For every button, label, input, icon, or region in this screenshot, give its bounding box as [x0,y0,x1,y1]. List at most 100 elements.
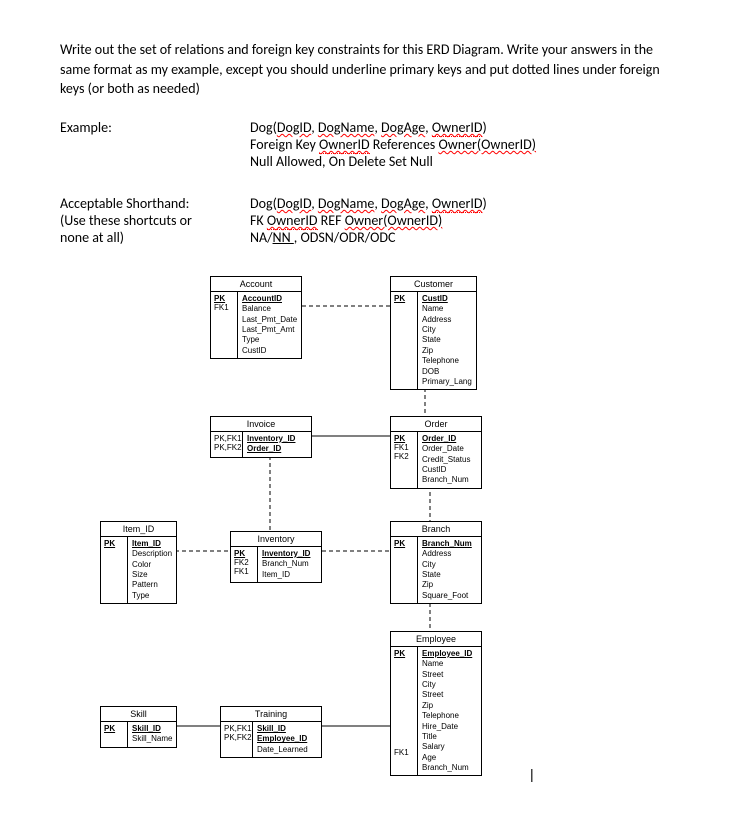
k: FK1 [394,748,414,757]
a: State [422,570,482,580]
entity-title: Invoice [211,417,311,432]
fk: OwnerID [432,119,483,137]
t: FK [250,212,267,229]
a: Last_Pmt_Amt [242,325,302,335]
key-col: PK FK1 FK2 [391,432,418,488]
k: PK [214,294,234,303]
entity-title: Inventory [231,532,321,547]
a: Address [422,315,482,325]
t: (Use these shortcuts or [60,212,250,229]
nn: NN [273,229,294,246]
k: PK [104,724,124,733]
attr-col: Skill_ID Skill_Name [128,722,196,747]
text-cursor-icon: | [530,766,534,782]
a: Employee_ID [422,649,482,659]
entity-title: Account [211,277,301,292]
shorthand-content: Dog(DogID, DogName, DogAge, OwnerID) FK … [250,195,686,246]
ref: Owner(OwnerID) [345,212,443,229]
shorthand-block: Acceptable Shorthand: (Use these shortcu… [60,195,686,246]
entity-title: Customer [391,277,476,292]
a: State [422,335,482,345]
a: Employee_ID [257,734,317,744]
t: , ODSN/ODR/ODC [294,229,396,246]
k: FK1 [394,443,414,452]
k: FK1 [214,303,234,312]
t: Acceptable Shorthand: [60,195,250,212]
entity-skill: Skill PK Skill_ID Skill_Name [100,706,177,748]
t: , [311,195,318,212]
fk: OwnerID [432,195,483,213]
entity-order: Order PK FK1 FK2 Order_ID Order_Date Cre… [390,416,482,489]
example-block: Example: Dog(DogID, DogName, DogAge, Own… [60,119,686,170]
a: Branch_Num [422,763,482,773]
a: Description [132,549,192,559]
t: NA/ [250,229,273,246]
a: City [422,680,482,690]
k: PK,FK1 [224,724,249,733]
t: none at all) [60,229,250,246]
k: PK [394,539,414,548]
a: Credit_Status [422,455,482,465]
k: PK,FK1 [214,434,239,443]
k: PK [234,549,254,558]
entity-item: Item_ID PK Item_ID Description Color Siz… [100,521,177,604]
pk: DogID [277,119,311,136]
entity-title: Item_ID [101,522,176,537]
k: PK [104,539,124,548]
fk: OwnerID [319,136,370,154]
attr-col: Branch_Num Address City State Zip Square… [418,537,486,603]
a: CustID [422,465,482,475]
attr: DogAge [381,195,425,212]
a: Salary [422,742,482,752]
a: Square_Foot [422,591,482,601]
attr-col: Inventory_ID Branch_Num Item_ID [258,547,326,582]
entity-training: Training PK,FK1 PK,FK2 Skill_ID Employee… [220,706,322,758]
a: DOB [422,367,482,377]
key-col: PK,FK1 PK,FK2 [221,722,253,757]
entity-title: Skill [101,707,176,722]
k: PK [394,294,414,303]
a: Title [422,732,482,742]
t: Foreign Key [250,136,319,153]
key-col: PK,FK1 PK,FK2 [211,432,243,457]
k: PK [394,649,414,658]
a: Pattern [132,580,192,590]
a: City [422,560,482,570]
entity-employee: Employee PK FK1 Employee_ID Name Street … [390,631,482,777]
a: Branch_Num [422,475,482,485]
a: Zip [422,701,482,711]
key-col: PK [391,292,418,390]
k: PK,FK2 [214,443,239,452]
example-content: Dog(DogID, DogName, DogAge, OwnerID) For… [250,119,686,170]
attr-col: AccountID Balance Last_Pmt_Date Last_Pmt… [238,292,306,358]
a: Balance [242,304,302,314]
k: PK,FK2 [224,733,249,742]
a: Type [242,335,302,345]
a: CustID [422,294,482,304]
t: REF [318,212,345,229]
question-prompt: Write out the set of relations and forei… [60,40,686,99]
attr: DogName [318,119,374,136]
a: Size [132,570,192,580]
key-col: PK FK1 [211,292,238,358]
a: Zip [422,580,482,590]
a: Item_ID [262,570,322,580]
key-col: PK FK1 [391,647,418,776]
a: Street [422,670,482,680]
entity-title: Employee [391,632,481,647]
example-label: Example: [60,119,250,170]
a: Type [132,591,192,601]
a: Skill_ID [132,724,192,734]
a: Branch_Num [422,539,482,549]
a: Name [422,659,482,669]
shorthand-label: Acceptable Shorthand: (Use these shortcu… [60,195,250,246]
fk: OwnerID [267,212,318,230]
t: References [370,136,439,153]
a: Skill_ID [257,724,317,734]
k: PK [394,434,414,443]
attr: DogName [318,195,374,212]
a: Order_Date [422,444,482,454]
entity-title: Order [391,417,481,432]
attr-col: Skill_ID Employee_ID Date_Learned [253,722,321,757]
key-col: PK [101,722,128,747]
